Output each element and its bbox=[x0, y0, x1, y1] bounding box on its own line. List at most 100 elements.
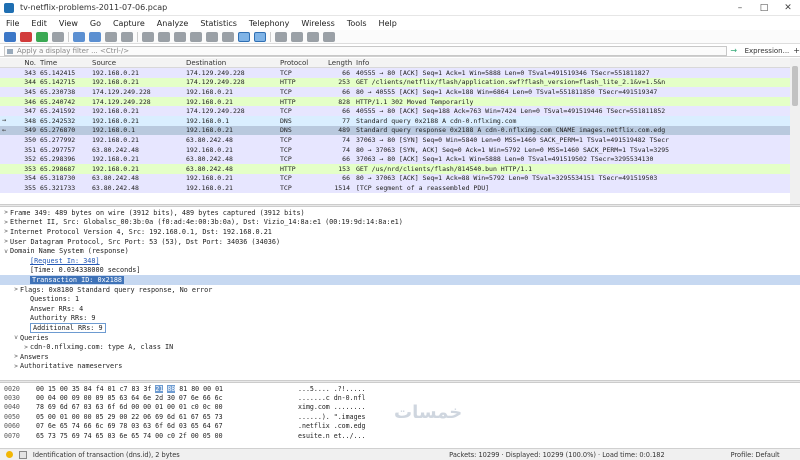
open-file-icon[interactable] bbox=[73, 31, 85, 42]
maximize-icon[interactable]: □ bbox=[752, 0, 776, 16]
start-capture-icon[interactable] bbox=[4, 31, 16, 42]
first-packet-icon[interactable] bbox=[206, 31, 218, 42]
collapsed-arrow-icon[interactable]: > bbox=[2, 238, 10, 245]
detail-tree-item[interactable]: > Ethernet II, Src: Globalsc_00:3b:0a (f0… bbox=[0, 218, 800, 228]
packet-row[interactable]: 347 65.241592 192.168.0.21 174.129.249.228 T… bbox=[0, 106, 790, 116]
collapsed-arrow-icon[interactable]: > bbox=[2, 209, 10, 216]
close-icon[interactable]: ✕ bbox=[776, 0, 800, 16]
menu-item-analyze[interactable]: Analyze bbox=[151, 19, 195, 28]
packet-row[interactable]: 355 65.321733 63.80.242.48 192.168.0.21 TCP 1… bbox=[0, 183, 790, 193]
find-packet-icon[interactable] bbox=[142, 31, 154, 42]
collapsed-arrow-icon[interactable]: > bbox=[2, 228, 10, 235]
save-file-icon[interactable] bbox=[89, 31, 101, 42]
menu-item-file[interactable]: File bbox=[0, 19, 25, 28]
column-header-no[interactable]: No. bbox=[0, 59, 40, 67]
last-packet-icon[interactable] bbox=[222, 31, 234, 42]
zoom-in-icon[interactable] bbox=[275, 31, 287, 42]
column-header-proto[interactable]: Protocol bbox=[280, 59, 328, 67]
close-file-icon[interactable] bbox=[105, 31, 117, 42]
cell-no: 343 bbox=[24, 68, 36, 77]
menu-item-capture[interactable]: Capture bbox=[107, 19, 151, 28]
menu-item-tools[interactable]: Tools bbox=[341, 19, 373, 28]
column-header-time[interactable]: Time bbox=[40, 59, 92, 67]
scrollbar-thumb[interactable] bbox=[792, 66, 798, 106]
resize-columns-icon[interactable] bbox=[323, 31, 335, 42]
column-header-len[interactable]: Length bbox=[328, 59, 356, 67]
hex-dump-row[interactable]: 0020 00 15 00 35 84 f4 01 c7 83 3f 21 88 … bbox=[0, 384, 800, 393]
detail-tree-item[interactable]: Answer RRs: 4 bbox=[0, 304, 800, 314]
packet-row[interactable]: 353 65.298687 192.168.0.21 63.80.242.48 HTTP… bbox=[0, 163, 790, 174]
capture-options-icon[interactable] bbox=[52, 31, 64, 42]
zoom-out-icon[interactable] bbox=[291, 31, 303, 42]
detail-tree-item[interactable]: Additional RRs: 9 bbox=[0, 322, 800, 333]
collapsed-arrow-icon[interactable]: > bbox=[12, 286, 20, 293]
menu-item-go[interactable]: Go bbox=[84, 19, 107, 28]
expression-button[interactable]: Expression... bbox=[745, 47, 790, 55]
detail-tree-item[interactable]: v Queries bbox=[0, 333, 800, 343]
detail-tree-item[interactable]: > Internet Protocol Version 4, Src: 192.1… bbox=[0, 227, 800, 237]
detail-tree-item[interactable]: Questions: 1 bbox=[0, 294, 800, 304]
detail-tree-item[interactable]: [Time: 0.034338000 seconds] bbox=[0, 266, 800, 276]
cell-time: 65.297757 bbox=[40, 145, 76, 154]
apply-filter-arrow-icon[interactable]: → bbox=[729, 46, 739, 56]
menu-item-edit[interactable]: Edit bbox=[25, 19, 53, 28]
packet-row[interactable]: 352 65.298396 192.168.0.21 63.80.242.48 TCP 6… bbox=[0, 154, 790, 164]
collapsed-arrow-icon[interactable]: > bbox=[12, 363, 20, 370]
detail-tree-item[interactable]: > Answers bbox=[0, 352, 800, 362]
detail-tree-item[interactable]: Transaction ID: 0x2188 bbox=[0, 275, 800, 285]
detail-tree-item[interactable]: > Frame 349: 489 bytes on wire (3912 bits… bbox=[0, 208, 800, 218]
cell-dst: 174.129.249.228 bbox=[186, 68, 245, 77]
menu-item-help[interactable]: Help bbox=[373, 19, 403, 28]
packet-row[interactable]: → 348 65.242532 192.168.0.21 192.168.0.1 DNS 7… bbox=[0, 115, 790, 126]
hex-dump-row[interactable]: 0070 65 73 75 69 74 65 03 6e 65 74 00 c0 … bbox=[0, 431, 800, 440]
column-header-dst[interactable]: Destination bbox=[186, 59, 280, 67]
normal-size-icon[interactable] bbox=[307, 31, 319, 42]
display-filter-input[interactable]: Apply a display filter ... <Ctrl-/> bbox=[4, 45, 727, 56]
pane-splitter[interactable] bbox=[0, 204, 800, 207]
expanded-arrow-icon[interactable]: v bbox=[2, 248, 10, 255]
detail-tree-item[interactable]: v Domain Name System (response) bbox=[0, 246, 800, 256]
capture-comment-icon[interactable] bbox=[18, 450, 27, 459]
packet-row[interactable]: 350 65.277992 192.168.0.21 63.80.242.48 TCP 7… bbox=[0, 135, 790, 145]
stop-capture-icon[interactable] bbox=[20, 31, 32, 42]
packet-row[interactable]: ← 349 65.276870 192.168.0.1 192.168.0.21 DNS 4… bbox=[0, 125, 790, 136]
menu-item-view[interactable]: View bbox=[53, 19, 84, 28]
packet-row[interactable]: 351 65.297757 63.80.242.48 192.168.0.21 TCP 7… bbox=[0, 144, 790, 155]
detail-tree-item[interactable]: [Request In: 348] bbox=[0, 256, 800, 266]
ascii-bytes: .netflix .com.edg bbox=[298, 422, 366, 431]
packet-list-scrollbar[interactable] bbox=[790, 58, 800, 204]
menu-item-statistics[interactable]: Statistics bbox=[194, 19, 243, 28]
restart-capture-icon[interactable] bbox=[36, 31, 48, 42]
expanded-arrow-icon[interactable]: v bbox=[12, 334, 20, 341]
expert-info-icon[interactable] bbox=[6, 451, 13, 458]
menu-item-wireless[interactable]: Wireless bbox=[295, 19, 340, 28]
add-filter-button[interactable]: + bbox=[793, 46, 800, 55]
minimize-icon[interactable]: – bbox=[728, 0, 752, 16]
reload-file-icon[interactable] bbox=[121, 31, 133, 42]
packet-row[interactable]: 346 65.240742 174.129.249.228 192.168.0.21 H… bbox=[0, 96, 790, 107]
packet-row[interactable]: 354 65.318730 63.80.242.48 192.168.0.21 TCP 6… bbox=[0, 173, 790, 184]
packet-row[interactable]: 345 65.230738 174.129.249.228 192.168.0.21 T… bbox=[0, 87, 790, 97]
profile-indicator[interactable]: Profile: Default bbox=[731, 451, 800, 459]
detail-tree-item[interactable]: > cdn-0.nflximg.com: type A, class IN bbox=[0, 342, 800, 352]
packet-row[interactable]: 344 65.142715 192.168.0.21 174.129.249.228 H… bbox=[0, 77, 790, 88]
go-to-packet-icon[interactable] bbox=[190, 31, 202, 42]
pane-splitter[interactable] bbox=[0, 380, 800, 383]
collapsed-arrow-icon[interactable]: > bbox=[2, 219, 10, 226]
hex-byte: 88 bbox=[167, 384, 176, 393]
column-header-info[interactable]: Info bbox=[356, 59, 790, 67]
autoscroll-icon[interactable] bbox=[238, 31, 250, 42]
detail-tree-item[interactable]: > Flags: 0x8180 Standard query response, … bbox=[0, 285, 800, 295]
collapsed-arrow-icon[interactable]: > bbox=[22, 344, 30, 351]
detail-tree-item[interactable]: > User Datagram Protocol, Src Port: 53 (5… bbox=[0, 237, 800, 247]
menu-item-telephony[interactable]: Telephony bbox=[243, 19, 295, 28]
detail-tree-item[interactable]: Authority RRs: 9 bbox=[0, 314, 800, 324]
go-back-icon[interactable] bbox=[158, 31, 170, 42]
column-header-src[interactable]: Source bbox=[92, 59, 186, 67]
go-forward-icon[interactable] bbox=[174, 31, 186, 42]
detail-tree-item[interactable]: > Authoritative nameservers bbox=[0, 362, 800, 372]
packet-row[interactable]: 343 65.142415 192.168.0.21 174.129.249.228 T… bbox=[0, 68, 790, 78]
detail-text: Authoritative nameservers bbox=[20, 362, 123, 371]
collapsed-arrow-icon[interactable]: > bbox=[12, 353, 20, 360]
colorize-icon[interactable] bbox=[254, 31, 266, 42]
